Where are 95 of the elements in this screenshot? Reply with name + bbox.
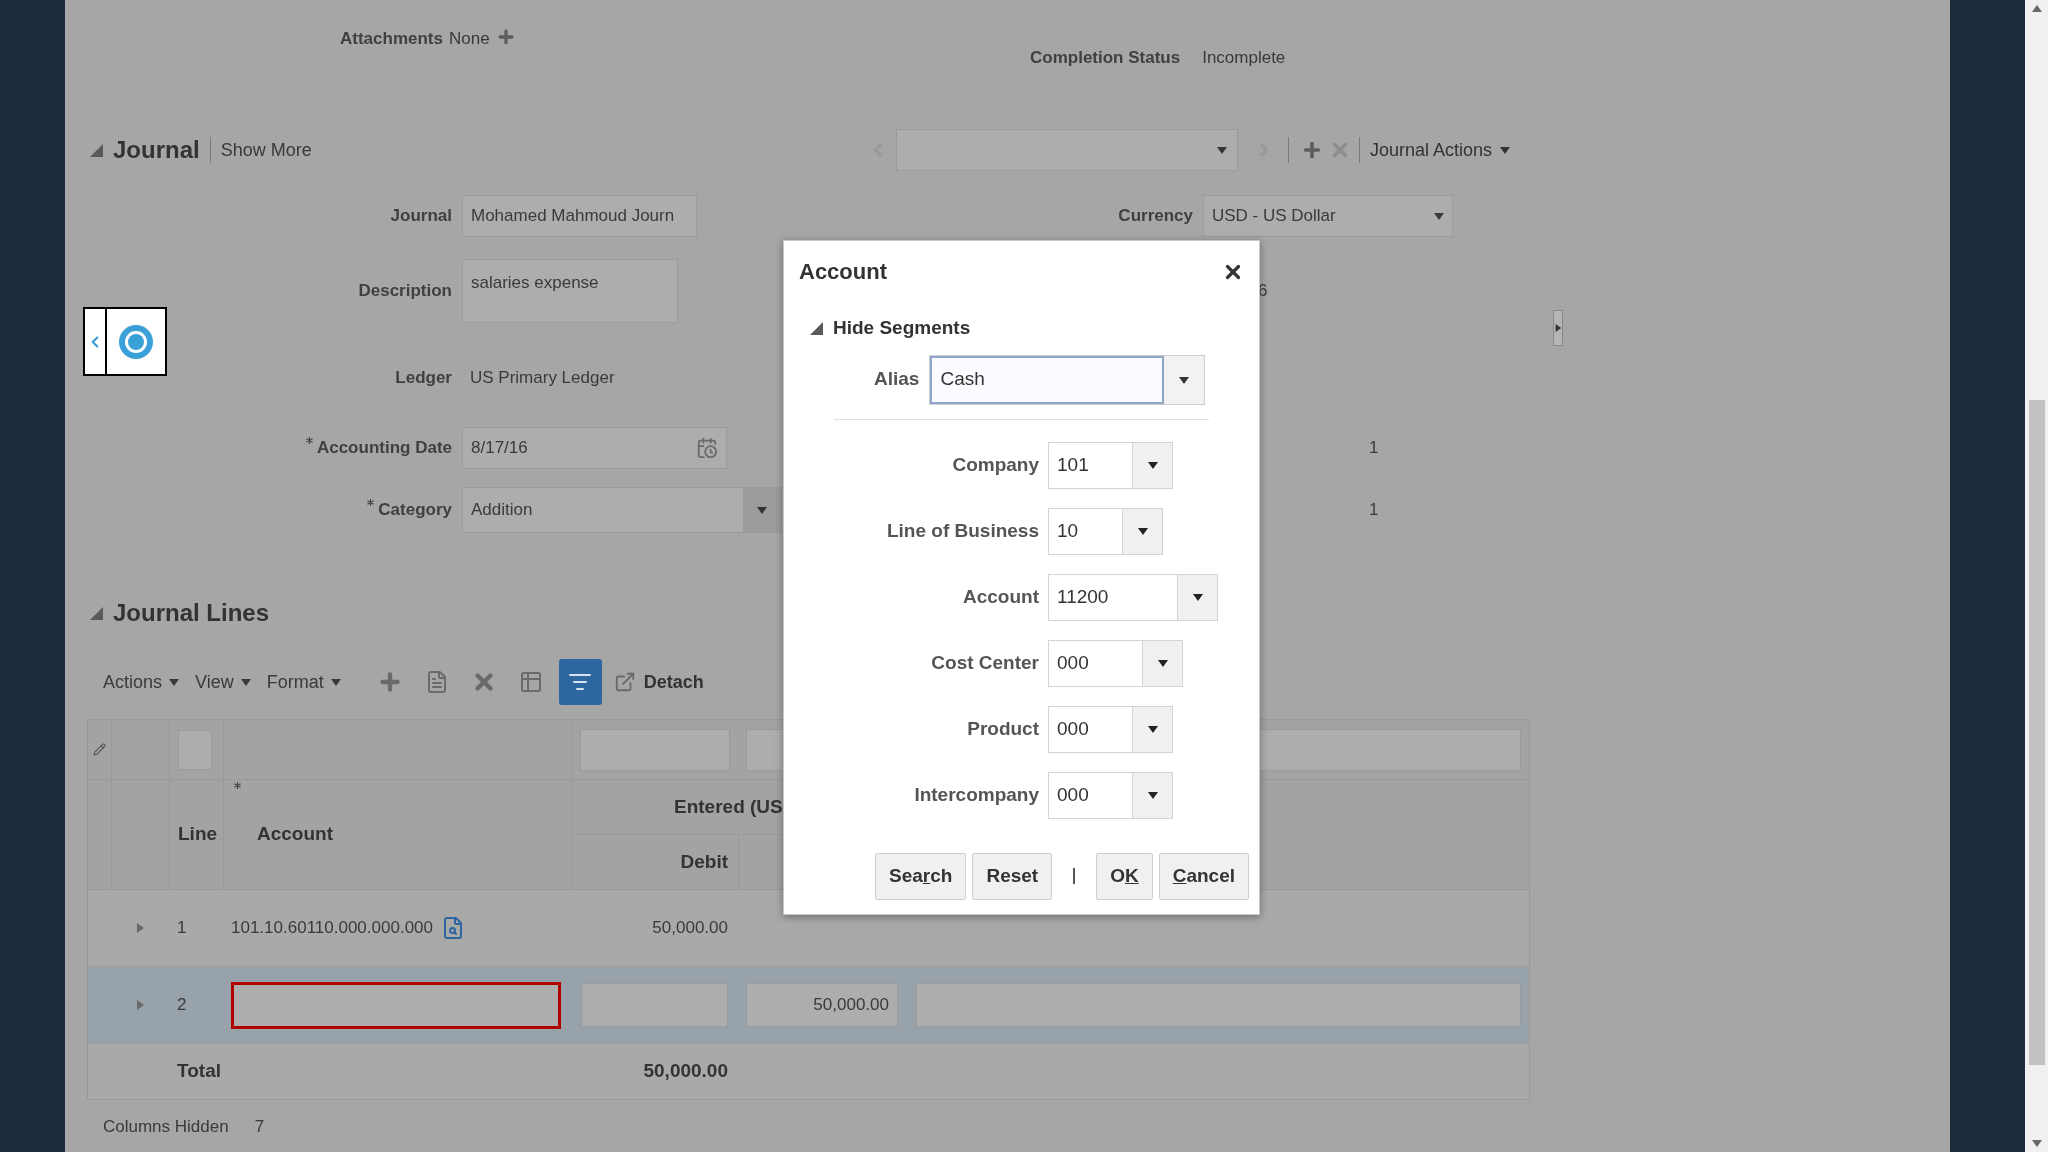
floating-toggle[interactable] [83,307,167,376]
dropdown-icon [1179,374,1190,385]
dropdown-icon [1147,790,1158,800]
dialog-title: Account [799,258,887,286]
total-label: Total [177,1059,221,1084]
account-search-icon[interactable] [441,916,465,940]
column-header: Debit [680,849,728,874]
add-icon[interactable] [1301,139,1323,161]
columns-hidden-count: 7 [254,1116,265,1138]
field-label: Accounting Date [316,437,452,460]
segment-label: Line of Business [886,518,1039,543]
detach-icon [613,671,636,693]
segment-select[interactable]: 11200 [1048,573,1218,621]
detach-button[interactable]: Detach [613,668,704,696]
dropdown-icon [1217,145,1227,155]
toolbar-menu[interactable]: View [195,668,251,696]
line-number: 1 [177,917,187,940]
collapse-icon[interactable] [90,606,103,620]
segment-label: Cost Center [931,650,1039,675]
filter-button[interactable] [558,659,602,705]
dropdown-icon [1434,211,1444,221]
dropdown-icon [240,677,251,687]
table-row[interactable]: 2 50,000.00 [88,967,1529,1044]
dropdown-icon [1192,592,1203,602]
dropdown-icon [1137,526,1148,536]
attachments-label: Attachments [340,28,443,50]
field-value: 1 [1369,437,1379,460]
dropdown-icon [1147,460,1158,470]
field-label: Category [378,499,452,522]
field-label: Description [358,280,452,303]
segment-label: Account [963,584,1039,609]
expand-panel-icon [1554,323,1562,333]
collapse-icon[interactable] [90,143,103,157]
columns-hidden-label: Columns Hidden [103,1116,229,1138]
date-field[interactable]: 8/17/16 [462,427,727,469]
segment-select[interactable]: 000 [1048,705,1173,753]
dropdown-icon [1500,145,1511,155]
completion-status-label: Completion Status [1030,47,1181,69]
description-field[interactable]: salaries expense [462,259,678,323]
collapse-icon[interactable] [810,321,823,335]
dialog-button[interactable]: Search [875,852,967,900]
segment-select[interactable]: 101 [1048,441,1173,489]
column-header: Account [257,822,333,847]
currency-select[interactable]: USD - US Dollar [1203,195,1453,237]
segment-select[interactable]: 10 [1048,507,1163,555]
attachments-value: None [448,28,490,50]
total-debit: 50,000.00 [643,1059,728,1084]
table-icon[interactable] [518,670,543,694]
account-value: 101.10.60110.000.000.000 [231,917,433,940]
column-header: Line [178,822,218,847]
expand-row-icon [135,1000,145,1010]
scroll-down-icon [2031,1138,2042,1148]
debit-value: 50,000.00 [652,917,728,940]
required-icon [234,782,241,789]
toolbar-menu[interactable]: Format [266,668,341,696]
field-label: Journal [390,205,452,228]
dropdown-icon [1147,724,1158,734]
ledger-value: US Primary Ledger [469,368,616,388]
segment-select[interactable]: 000 [1048,639,1183,687]
expand-row-icon [135,923,145,933]
account-field[interactable] [231,981,561,1029]
journal-select[interactable] [896,129,1238,171]
section-title: Journal Lines [113,598,270,628]
completion-status-value: Incomplete [1202,47,1286,69]
currency-label: Currency [1117,205,1193,228]
hide-segments-toggle[interactable]: Hide Segments [833,314,971,343]
calendar-icon[interactable] [696,437,718,459]
field-label: Ledger [395,367,452,390]
section-title: Journal [113,135,200,165]
dropdown-icon [330,677,341,687]
field-value: 1 [1369,499,1379,522]
line-number: 2 [177,994,187,1017]
segment-label: Company [952,452,1039,477]
dialog-button[interactable]: Cancel [1158,852,1249,900]
dialog-button[interactable]: OK [1096,852,1153,900]
dialog-button[interactable]: Reset [972,852,1053,900]
journal-name-field[interactable]: Mohamed Mahmoud Journ [462,195,697,237]
panel-splitter-handle[interactable] [1553,310,1563,346]
credit-field[interactable]: 50,000.00 [746,983,898,1027]
segment-select[interactable]: 000 [1048,771,1173,819]
alias-label: Alias [874,367,920,392]
show-more-link[interactable]: Show More [220,136,312,164]
segment-label: Intercompany [914,782,1039,807]
column-group-header: Entered (US [674,794,783,819]
dropdown-icon [1157,658,1168,668]
segment-label: Product [967,716,1039,741]
category-select[interactable]: Addition [462,487,782,533]
scrollbar[interactable] [2025,0,2048,1152]
alias-field[interactable]: Cash [929,354,1206,405]
edit-icon[interactable] [93,743,106,756]
scroll-up-icon [2031,4,2042,14]
toolbar-menu[interactable]: Actions [103,668,180,696]
dropdown-icon [169,677,180,687]
dropdown-icon [757,505,767,515]
journal-actions-menu[interactable]: Journal Actions [1370,136,1511,164]
